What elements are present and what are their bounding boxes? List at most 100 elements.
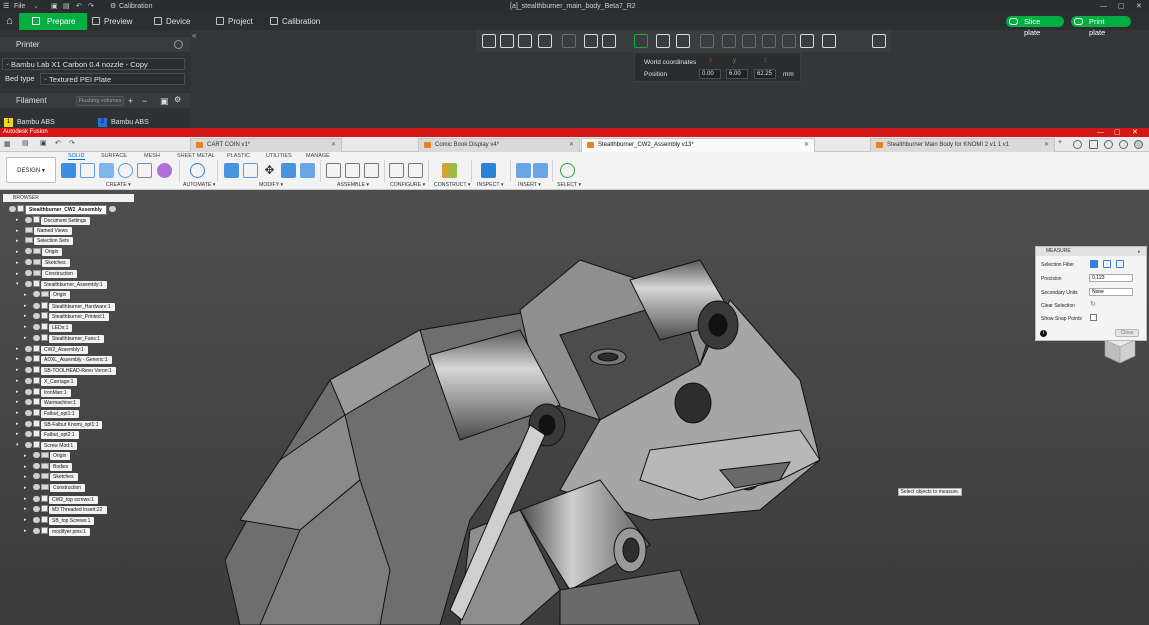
close-button[interactable]: Close [1115,329,1139,337]
filament-settings-icon[interactable]: ⚙ [174,95,181,105]
visibility-eye-icon[interactable] [25,442,32,449]
visibility-eye-icon[interactable] [33,517,40,524]
press-pull-icon[interactable] [224,163,239,178]
visibility-eye-icon[interactable] [25,388,32,395]
expand-arrow-icon[interactable]: ▸ [16,237,19,245]
select-icon[interactable] [560,163,575,178]
expand-arrow-icon[interactable]: ▸ [16,366,19,374]
position-z-input[interactable]: 62.25 [754,69,776,79]
browser-node[interactable]: ▸ Origin [24,291,71,300]
close-tab-icon[interactable]: ✕ [1044,139,1049,151]
file-menu-icon[interactable]: ▤ [22,139,29,147]
tab-manage[interactable]: MANAGE [306,153,330,159]
browser-node[interactable]: ▸ SB-TOOLHEAD-Revo Voron:1 [16,366,116,376]
expand-arrow-icon[interactable]: ▸ [24,495,27,503]
expand-arrow-icon[interactable]: ▸ [16,270,19,278]
expand-arrow-icon[interactable]: ▸ [16,355,19,363]
browser-node[interactable]: ▸ Document Settings [16,216,91,225]
open-icon[interactable]: ▤ [63,0,70,13]
activate-radio-icon[interactable] [108,206,116,212]
visibility-eye-icon[interactable] [33,313,40,320]
clear-selection-icon[interactable]: ↻ [1090,300,1096,308]
position-x-input[interactable]: 0.00 [699,69,721,79]
visibility-eye-icon[interactable] [25,409,32,416]
tab-plastic[interactable]: PLASTIC [227,153,250,159]
show-snap-points-checkbox[interactable] [1090,314,1097,321]
visibility-eye-icon[interactable] [33,334,40,341]
browser-node[interactable]: ▸ Stealthburner_Fans:1 [24,333,105,343]
visibility-eye-icon[interactable] [25,345,32,352]
browser-node[interactable]: ▸ SB-Falbut Knomi_opt1:1 [16,419,103,429]
position-y-input[interactable]: 6.00 [726,69,748,79]
rotate-icon[interactable] [656,34,670,48]
remove-filament-icon[interactable]: − [142,96,147,106]
tab-project[interactable]: Project [216,13,253,30]
maximize-icon[interactable]: ▢ [1114,128,1121,137]
assemble-group[interactable]: ASSEMBLE ▾ [337,182,369,188]
expand-arrow-icon[interactable]: ▸ [24,334,27,342]
assembly-icon[interactable] [872,34,886,48]
print-plate-button[interactable]: Print plate [1071,16,1131,37]
text-icon[interactable] [800,34,814,48]
visibility-eye-icon[interactable] [33,291,40,298]
expand-arrow-icon[interactable]: ▸ [24,463,27,471]
automate-group[interactable]: AUTOMATE ▾ [183,182,215,188]
redo-icon[interactable]: ↷ [69,139,75,147]
visibility-eye-icon[interactable] [33,462,40,469]
insert-derive-icon[interactable] [516,163,531,178]
tab-stealthburner-cw2[interactable]: Stealthburner_CW2_Assembly v13* ✕ [581,138,815,152]
configure-table-icon[interactable] [408,163,423,178]
move-icon[interactable]: ✥ [262,163,277,178]
scale-icon[interactable] [676,34,690,48]
plate-icon[interactable] [584,34,598,48]
visibility-eye-icon[interactable] [25,420,32,427]
tab-preview[interactable]: Preview [92,13,132,30]
expand-arrow-icon[interactable]: ▸ [24,312,27,320]
expand-arrow-icon[interactable]: ▾ [16,441,19,449]
save-icon[interactable]: ▣ [51,0,58,13]
visibility-eye-icon[interactable] [33,473,40,480]
modify-group[interactable]: MODIFY ▾ [259,182,283,188]
tab-solid[interactable]: SOLID [68,153,85,160]
browser-node[interactable]: ▸ X_Carriage:1 [16,376,78,386]
measure-icon[interactable] [822,34,836,48]
tab-calibration[interactable]: Calibration [270,13,320,30]
browser-node[interactable]: ▸ Bodies [24,462,73,471]
automate-icon[interactable] [190,163,205,178]
tab-surface[interactable]: SURFACE [101,153,127,159]
avatar[interactable] [1134,140,1143,149]
move-icon[interactable] [634,34,648,48]
filament-slot-2[interactable]: 2 Bambu ABS [98,118,149,128]
expand-arrow-icon[interactable]: ▸ [16,259,19,267]
data-panel-icon[interactable]: ▦ [4,140,11,148]
secondary-units-select[interactable]: None [1089,288,1133,296]
browser-node[interactable]: ▸ Origin [24,451,71,460]
slice-plate-button[interactable]: Slice plate [1006,16,1064,37]
visibility-eye-icon[interactable] [9,206,16,212]
tab-stealthburner-knomi[interactable]: Stealthburner Main Body for KNOMI 2 v1 1… [870,138,1055,152]
tab-sheet-metal[interactable]: SHEET METAL [177,153,215,159]
browser-node[interactable]: ▸ Construction [24,484,86,492]
expand-arrow-icon[interactable]: ▸ [24,473,27,481]
stealthburner-model[interactable] [0,190,1149,625]
filter-vertex-icon[interactable] [1116,260,1124,268]
close-window-icon[interactable]: ✕ [1132,128,1138,137]
browser-node[interactable]: ▸ Stealthburner_Hardware:1 [24,301,115,311]
visibility-eye-icon[interactable] [25,367,32,374]
create-sketch-icon[interactable] [61,163,76,178]
expand-arrow-icon[interactable]: ▸ [16,420,19,428]
cut-icon[interactable] [722,34,736,48]
support-paint-icon[interactable] [762,34,776,48]
visibility-eye-icon[interactable] [25,269,32,276]
tab-device[interactable]: Device [154,13,190,30]
extrude-icon[interactable] [80,163,95,178]
visibility-eye-icon[interactable] [25,356,32,363]
visibility-eye-icon[interactable] [25,399,32,406]
undo-icon[interactable]: ↶ [55,139,61,147]
lay-on-face-icon[interactable] [700,34,714,48]
browser-node[interactable]: ▾ Screw Mod:1 [16,441,78,451]
visibility-eye-icon[interactable] [25,248,32,255]
select-group[interactable]: SELECT ▾ [557,182,581,188]
orient-icon[interactable] [518,34,532,48]
browser-node[interactable]: ▾ Stealthburner_Assembly:1 [16,280,107,290]
